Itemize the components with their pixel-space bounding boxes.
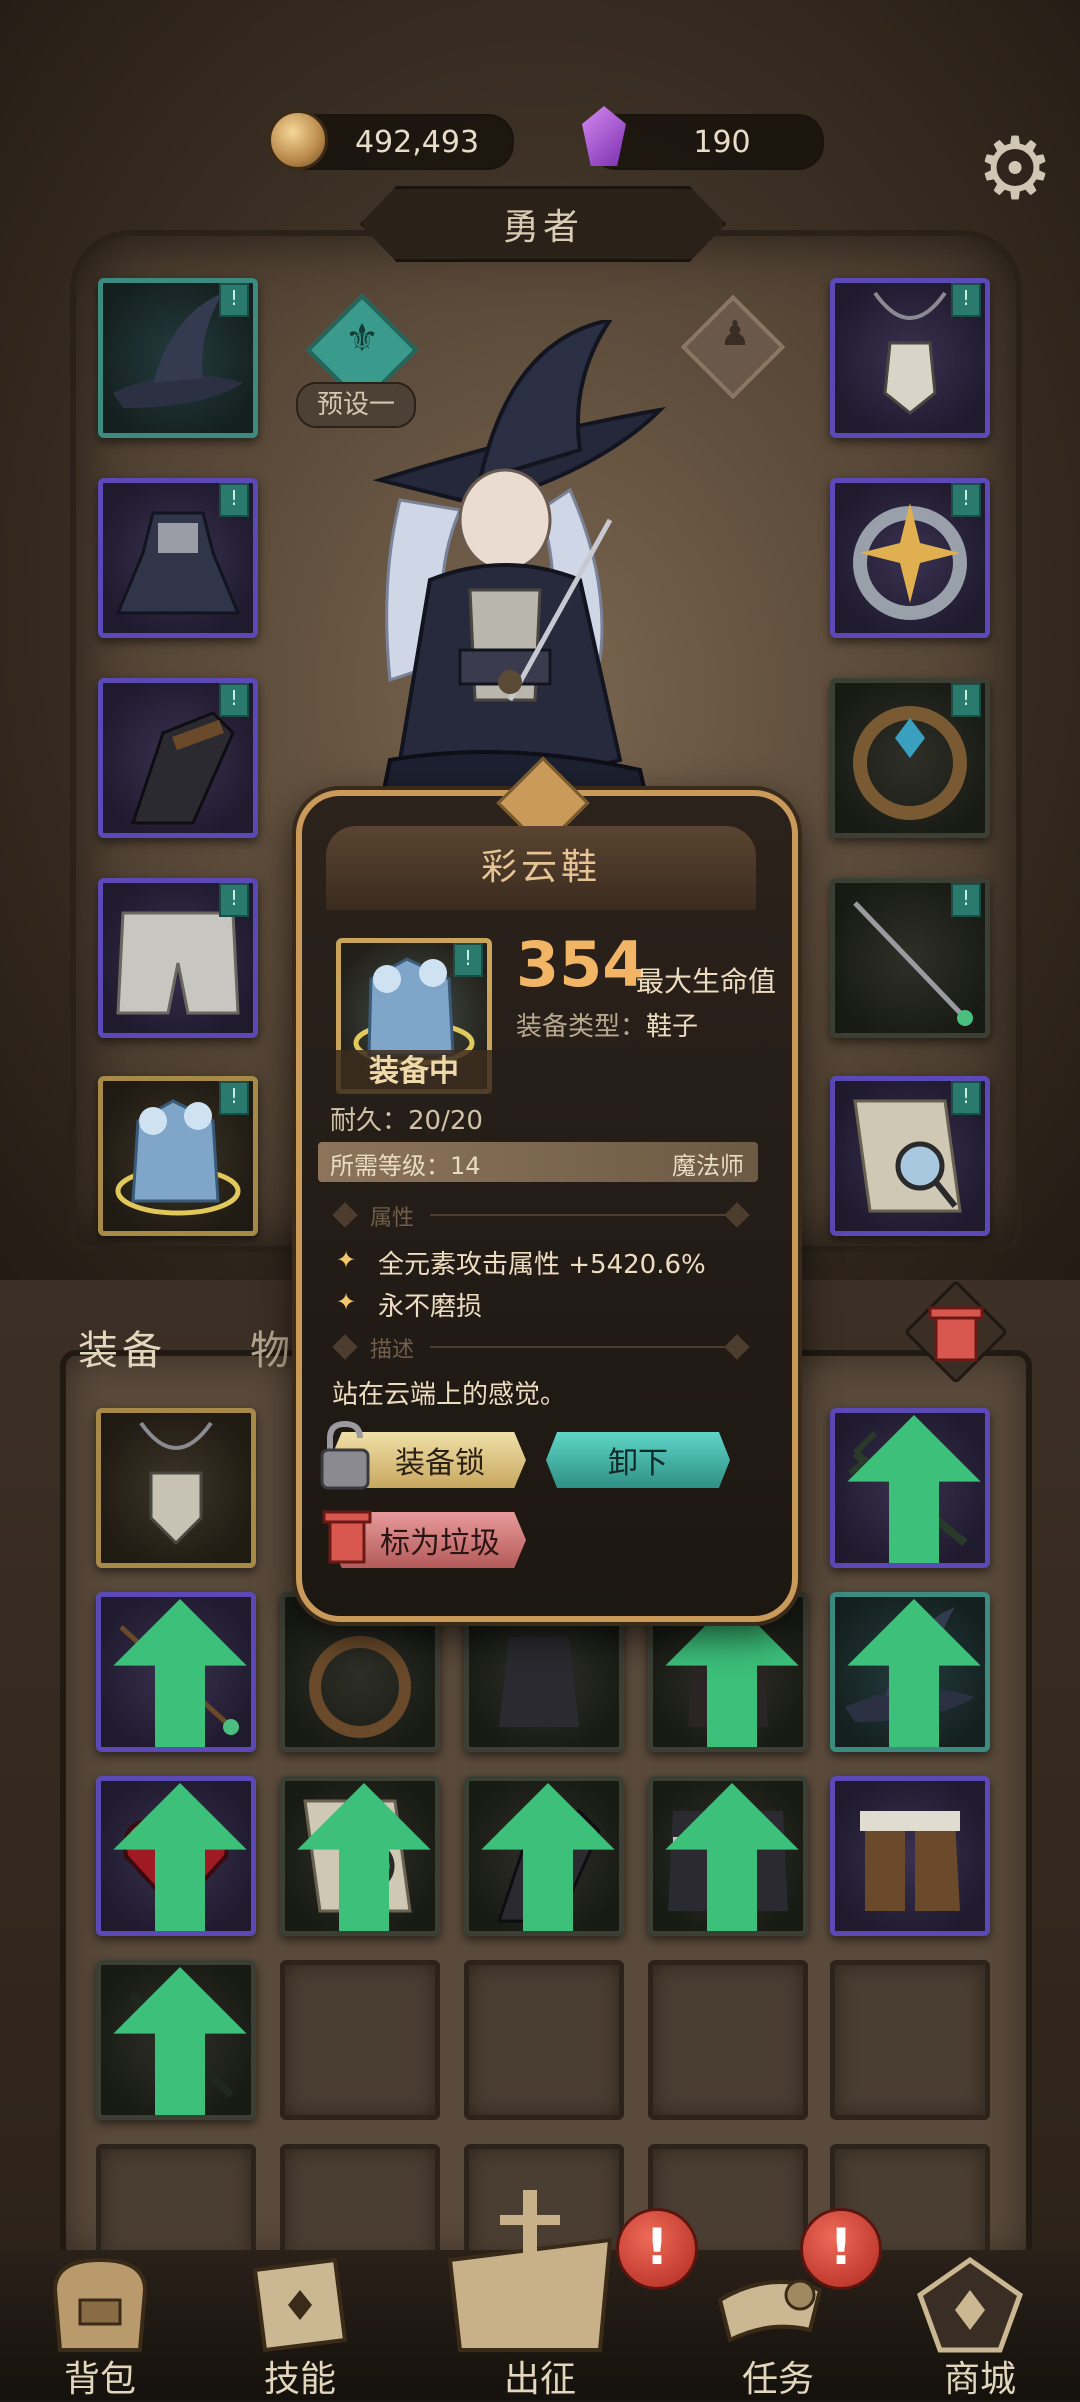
equip-slot-gloves[interactable]: ! (98, 678, 258, 838)
upgrade-arrow-icon (481, 1783, 615, 1931)
description-header: 描述 (370, 1338, 415, 1363)
tab-equipment[interactable]: 装备 (78, 1318, 166, 1376)
divider-line (430, 1214, 730, 1216)
nav-skills-label[interactable]: 技能 (230, 2350, 370, 2402)
durability-text: 耐久：20/20 (330, 1106, 483, 1136)
equip-slot-pants[interactable]: ! (98, 878, 258, 1038)
attributes-header: 属性 (370, 1206, 415, 1231)
inventory-item-amulet[interactable] (96, 1408, 256, 1568)
gold-amount: 492,493 (354, 124, 480, 160)
inventory-slot-empty[interactable] (96, 2144, 256, 2264)
hero-title: 勇者 (360, 186, 726, 262)
inventory-item-branch-staff[interactable] (96, 1960, 256, 2120)
skill-book-icon[interactable] (240, 2250, 360, 2360)
equipment-type-label: 装备类型： (516, 1012, 647, 1042)
quest-alert-badge: ! (800, 2208, 882, 2290)
inventory-item-gauntlet[interactable] (464, 1776, 624, 1936)
equip-slot-robe[interactable]: ! (98, 478, 258, 638)
upgrade-arrow-icon (665, 1783, 799, 1931)
lock-tag-icon: ! (219, 883, 249, 917)
equip-slot-amulet[interactable]: ! (830, 278, 990, 438)
equip-slot-offhand[interactable]: ! (830, 1076, 990, 1236)
divider-line (430, 1346, 730, 1348)
lock-tag-icon: ! (951, 283, 981, 317)
shield-amulet-icon (139, 1421, 213, 1546)
gem-counter: 190 (590, 114, 824, 170)
inventory-slot-empty[interactable] (830, 1960, 990, 2120)
inventory-item-heart-amulet[interactable] (96, 1776, 256, 1936)
battle-icon[interactable] (430, 2180, 630, 2360)
shop-icon[interactable] (910, 2250, 1030, 2360)
equip-slot-accessory[interactable]: ! (830, 678, 990, 838)
inventory-slot-empty[interactable] (280, 1960, 440, 2120)
nav-battle-label[interactable]: 出征 (470, 2350, 610, 2402)
required-level: 所需等级：14 (330, 1152, 481, 1180)
lock-tag-icon: ! (219, 1081, 249, 1115)
equip-slot-ring[interactable]: ! (830, 478, 990, 638)
unequip-button[interactable]: 卸下 (546, 1432, 730, 1488)
upgrade-arrow-icon (113, 1599, 247, 1747)
inventory-slot-empty[interactable] (464, 1960, 624, 2120)
attribute-star-icon: ✦ (336, 1246, 357, 1274)
attribute-2: 永不磨损 (378, 1292, 483, 1322)
equipment-type-value: 鞋子 (646, 1012, 699, 1042)
upgrade-arrow-icon (297, 1783, 431, 1931)
upgrade-arrow-icon (113, 1783, 247, 1931)
tab-items[interactable]: 物 (250, 1318, 294, 1376)
lock-tag-icon: ! (453, 943, 483, 977)
upgrade-arrow-icon (847, 1599, 981, 1747)
attribute-1: 全元素攻击属性 +5420.6% (378, 1250, 706, 1280)
lock-tag-icon: ! (219, 483, 249, 517)
inventory-item-fur-boots[interactable] (830, 1776, 990, 1936)
lock-tag-icon: ! (951, 483, 981, 517)
lock-tag-icon: ! (951, 883, 981, 917)
settings-gear-icon[interactable]: ⚙ (972, 126, 1058, 212)
equip-slot-weapon[interactable]: ! (830, 878, 990, 1038)
item-description: 站在云端上的感觉。 (332, 1380, 567, 1410)
equip-slot-hat[interactable]: ! (98, 278, 258, 438)
nav-shop-label[interactable]: 商城 (910, 2350, 1050, 2402)
padlock-icon (320, 1420, 370, 1490)
inventory-item-hat[interactable] (830, 1592, 990, 1752)
mark-as-junk-label: 标为垃圾 (380, 1526, 500, 1561)
nav-quests-label[interactable]: 任务 (708, 2350, 848, 2402)
inventory-slot-empty[interactable] (280, 2144, 440, 2264)
lock-tag-icon: ! (951, 683, 981, 717)
equipped-status: 装备中 (336, 1050, 492, 1094)
attribute-star-icon: ✦ (336, 1288, 357, 1316)
fur-boots-icon (860, 1811, 960, 1911)
inventory-item-staff[interactable] (830, 1408, 990, 1568)
backpack-icon[interactable] (40, 2250, 160, 2360)
trash-icon[interactable] (906, 1282, 1006, 1382)
battle-alert-badge: ! (616, 2208, 698, 2290)
nav-backpack-label[interactable]: 背包 (30, 2350, 170, 2402)
equip-slot-boots[interactable]: ! (98, 1076, 258, 1236)
lock-tag-icon: ! (219, 283, 249, 317)
inventory-item-scroll[interactable] (280, 1776, 440, 1936)
item-name: 彩云鞋 (480, 847, 601, 888)
main-stat-name: 最大生命值 (636, 965, 777, 998)
trash-icon (322, 1510, 372, 1564)
inventory-slot-empty[interactable] (648, 1960, 808, 2120)
inventory-item-wand[interactable] (96, 1592, 256, 1752)
required-class: 魔法师 (672, 1152, 744, 1180)
upgrade-arrow-icon (113, 1967, 247, 2115)
lock-tag-icon: ! (219, 683, 249, 717)
gold-coin-icon (268, 110, 328, 170)
equipment-lock-label: 装备锁 (395, 1446, 485, 1481)
inventory-item-fur-pants[interactable] (648, 1776, 808, 1936)
lock-tag-icon: ! (951, 1081, 981, 1115)
upgrade-arrow-icon (847, 1415, 981, 1563)
gem-amount: 190 (693, 124, 751, 160)
main-stat-value: 354 (516, 928, 646, 1001)
